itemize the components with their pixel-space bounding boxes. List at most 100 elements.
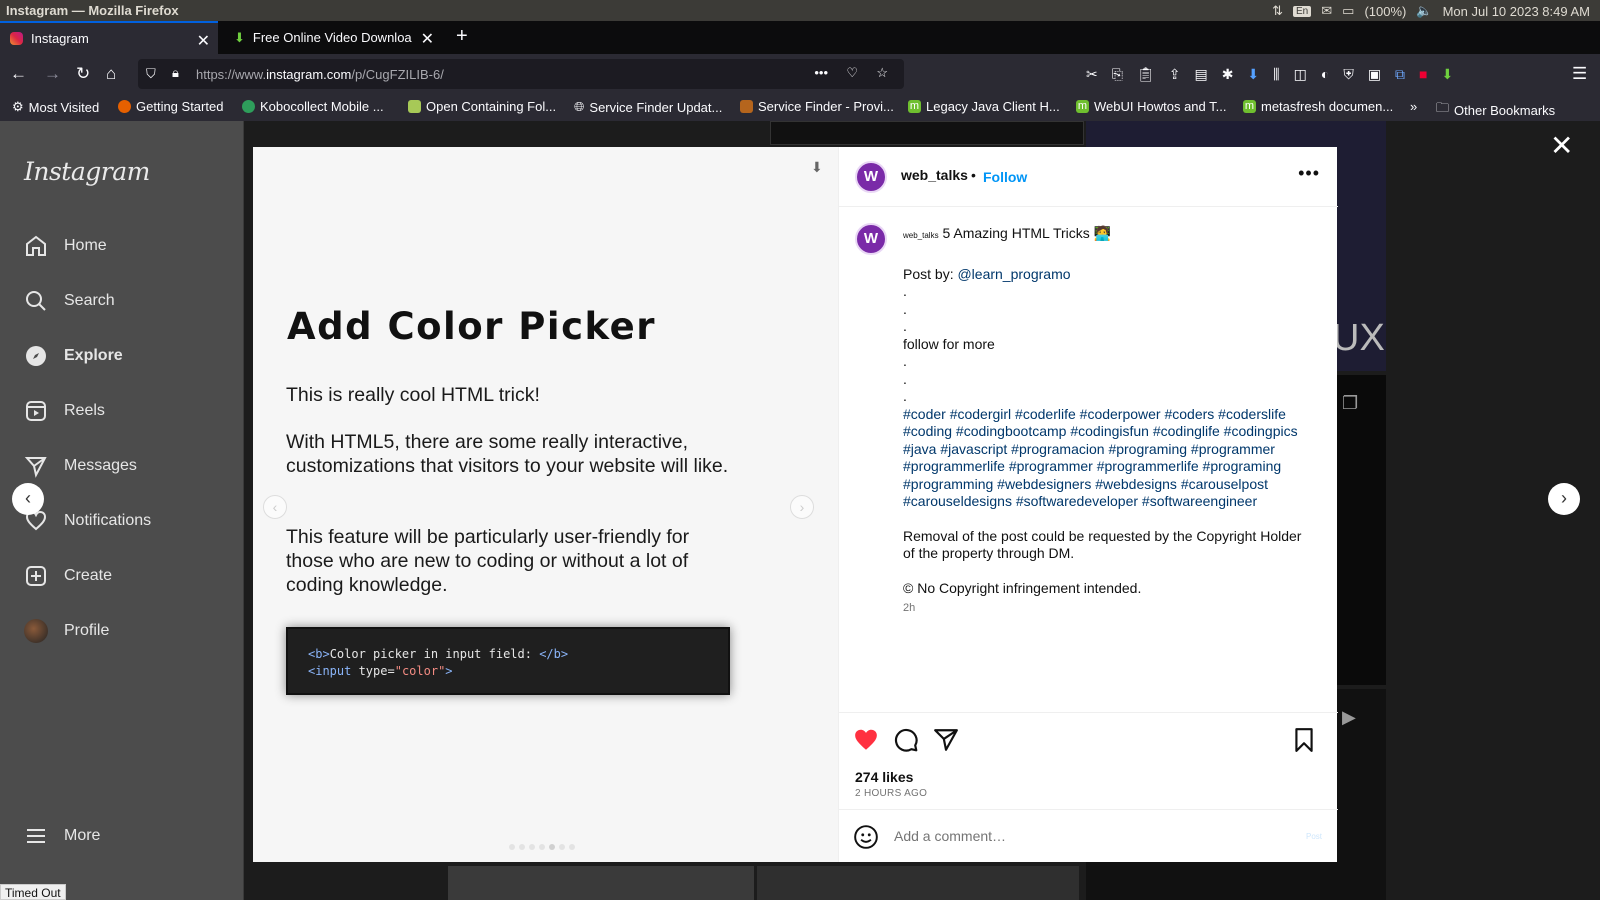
sidebar-item-create[interactable]: Create [24, 564, 112, 588]
page-icon [408, 100, 421, 113]
close-tab-icon[interactable]: ✕ [197, 31, 210, 51]
emoji-icon[interactable] [853, 824, 879, 850]
bookmark-service-finder-update[interactable]: 🌐︎ Service Finder Updat... [574, 99, 722, 115]
copy-icon[interactable]: ⎘ [1112, 66, 1123, 83]
bookmark-metasfresh[interactable]: m metasfresh documen... [1243, 99, 1393, 114]
downloads-icon[interactable]: ⬇ [1247, 66, 1259, 83]
keyboard-layout[interactable]: En [1293, 5, 1312, 17]
shield-addon-icon[interactable]: ⛨ [1343, 66, 1354, 83]
bookmark-open-folder[interactable]: Open Containing Fol... [408, 99, 556, 114]
post-comment-button[interactable]: Post [1306, 832, 1322, 841]
reels-icon [26, 401, 46, 421]
page-actions-icon[interactable]: ••• [814, 65, 828, 80]
slide-prev-button[interactable]: ‹ [263, 495, 287, 519]
caption-avatar[interactable]: W [855, 223, 887, 255]
system-tray: ⇅ En ✉ ▭ (100%) 🔈 Mon Jul 10 2023 8:49 A… [1272, 3, 1590, 19]
mail-icon[interactable]: ✉ [1321, 3, 1332, 19]
paste-icon[interactable]: 📋︎ [1137, 66, 1155, 83]
menu-icon[interactable]: ☰ [1572, 64, 1587, 84]
like-heart-icon[interactable] [853, 727, 879, 753]
mention-link[interactable]: @learn_programo [957, 266, 1070, 282]
download-icon[interactable]: ⬇ [811, 159, 823, 176]
sidebar-item-home[interactable]: Home [24, 234, 107, 258]
url-text[interactable]: https://www.instagram.com/p/CugFZILIB-6/ [196, 67, 444, 82]
bookmark-most-visited[interactable]: ⚙ Most Visited [12, 99, 99, 115]
sidebar-icon[interactable]: ◫ [1294, 66, 1307, 83]
sidebar-item-reels[interactable]: Reels [24, 399, 105, 423]
author-username[interactable]: web_talks [901, 167, 968, 183]
bookmark-webui-howtos[interactable]: m WebUI Howtos and T... [1076, 99, 1226, 114]
sidebar-item-search[interactable]: Search [24, 289, 115, 313]
grid-tile[interactable] [770, 121, 1084, 145]
blocker-icon[interactable]: ■ [1419, 66, 1427, 83]
back-icon[interactable]: ← [10, 64, 27, 84]
reload-icon[interactable]: ↻ [76, 64, 90, 84]
os-top-bar: Instagram — Mozilla Firefox ⇅ En ✉ ▭ (10… [0, 0, 1600, 21]
status-tooltip: Timed Out [0, 884, 66, 900]
caption-title: 5 Amazing HTML Tricks 🧑‍💻 [942, 225, 1112, 241]
pocket-icon[interactable]: ♡ [846, 65, 858, 81]
hashtags[interactable]: #coder #codergirl #coderlife #coderpower… [903, 406, 1303, 511]
caption-username[interactable]: web_talks [903, 231, 939, 240]
home-icon[interactable]: ⌂ [106, 64, 116, 84]
sidebar-item-notifications[interactable]: Notifications [24, 509, 151, 533]
comment-icon[interactable] [893, 727, 919, 753]
network-icon[interactable]: ⇅ [1272, 3, 1283, 19]
grid-tile[interactable] [757, 866, 1079, 900]
toolbar-icons: ✂ ⎘ 📋︎ ⇪ ▤ ✱ ⬇ ⫼ ◫ ◐ ⛨ ▣ ⧉ ■ ⬇ [1086, 66, 1453, 83]
sidebar-item-more[interactable]: More [24, 824, 100, 848]
video-downloader-icon[interactable]: ⬇ [1442, 66, 1454, 83]
comment-bar: Post [839, 809, 1338, 862]
more-options-icon[interactable]: ••• [1298, 163, 1320, 184]
url-bar[interactable]: ⛉ 🔒︎ https://www.instagram.com/p/CugFZIL… [138, 59, 904, 89]
carousel-slide[interactable]: ⬇ Add Color Picker This is really cool H… [253, 147, 838, 862]
lock-icon[interactable]: 🔒︎ [172, 65, 179, 81]
share-icon[interactable] [933, 727, 959, 753]
close-modal-icon[interactable]: ✕ [1550, 132, 1573, 160]
slide-title: Add Color Picker [287, 305, 656, 348]
sidebar-item-messages[interactable]: Messages [24, 454, 137, 478]
close-tab-icon[interactable]: ✕ [421, 29, 434, 49]
tab-label: Instagram [31, 31, 89, 46]
shield-icon[interactable]: ⛉ [146, 66, 156, 82]
volume-icon[interactable]: 🔈 [1416, 3, 1432, 19]
extensions-icon[interactable]: ✱ [1222, 66, 1234, 83]
clock[interactable]: Mon Jul 10 2023 8:49 AM [1443, 4, 1590, 19]
new-tab-icon[interactable]: + [456, 25, 468, 48]
post-age[interactable]: 2 HOURS AGO [855, 788, 927, 799]
upload-icon[interactable]: ⇪ [1169, 66, 1181, 83]
folder-icon[interactable]: ▤ [1194, 66, 1207, 83]
battery-icon[interactable]: ▭ [1342, 3, 1354, 19]
slide-paragraph: This is really cool HTML trick! [286, 384, 540, 406]
comment-input[interactable] [894, 828, 1274, 844]
bookmark-star-icon[interactable]: ☆ [876, 65, 888, 81]
next-post-button[interactable]: › [1548, 483, 1580, 515]
tab-video-downloader[interactable]: ⬇ Free Online Video Downloa ✕ [224, 21, 442, 54]
sidebar-item-profile[interactable]: Profile [24, 619, 109, 643]
likes-count[interactable]: 274 likes [855, 769, 913, 785]
tile-text: UX [1332, 317, 1385, 359]
headphones-icon[interactable]: ◐ [1321, 66, 1329, 83]
bookmark-kobocollect[interactable]: Kobocollect Mobile ... [242, 99, 384, 114]
bookmark-legacy-java[interactable]: m Legacy Java Client H... [908, 99, 1060, 114]
slide-next-button[interactable]: › [790, 495, 814, 519]
author-avatar[interactable]: W [855, 161, 887, 193]
caption-time[interactable]: 2h [903, 600, 1303, 618]
follow-button[interactable]: Follow [983, 169, 1027, 185]
tab-instagram[interactable]: Instagram ✕ [0, 21, 218, 54]
translate-icon[interactable]: ⧉ [1395, 66, 1405, 83]
bookmark-other[interactable]: 🗀 Other Bookmarks [1436, 99, 1555, 121]
screenshot-icon[interactable]: ▣ [1368, 66, 1381, 83]
sidebar-item-explore[interactable]: Explore [24, 344, 123, 368]
forward-icon[interactable]: → [44, 64, 61, 84]
prev-post-button[interactable]: ‹ [12, 483, 44, 515]
library-icon[interactable]: ⫼ [1273, 66, 1279, 83]
bookmark-service-finder-provider[interactable]: Service Finder - Provi... [740, 99, 894, 114]
save-bookmark-icon[interactable] [1291, 727, 1317, 753]
bookmark-getting-started[interactable]: Getting Started [118, 99, 223, 114]
grid-tile[interactable] [448, 866, 754, 900]
home-icon [26, 235, 46, 256]
bookmarks-overflow-icon[interactable]: » [1410, 99, 1417, 114]
cut-icon[interactable]: ✂ [1086, 66, 1098, 83]
instagram-logo[interactable]: Instagram [24, 157, 150, 186]
